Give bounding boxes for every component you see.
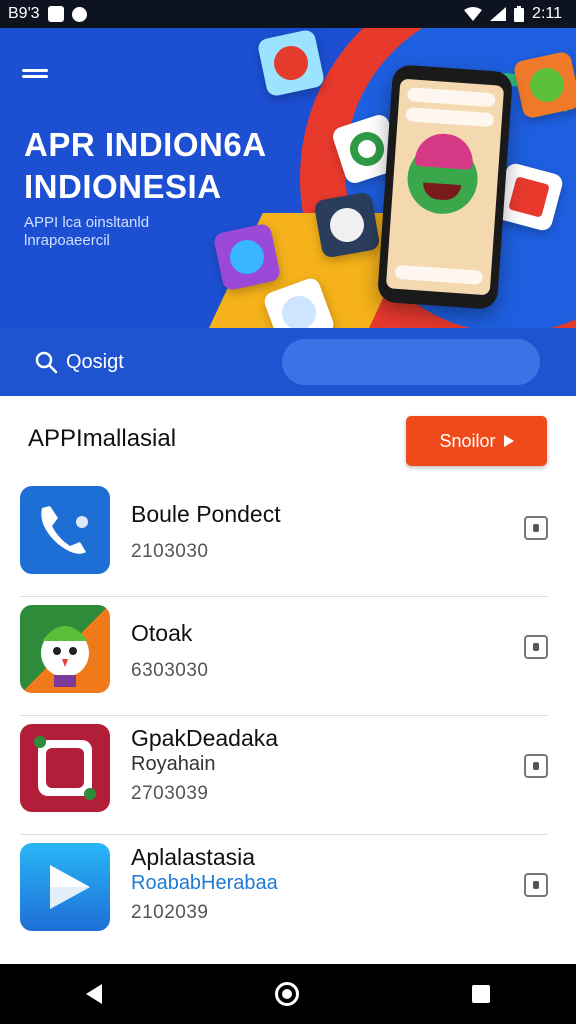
- status-left-text: B9'3: [8, 5, 40, 22]
- navigation-bar: [0, 964, 576, 1024]
- search-button[interactable]: Qosigt: [34, 342, 124, 382]
- battery-icon: [514, 6, 525, 22]
- app-number: 2102039: [131, 902, 209, 923]
- hero-title: APR INDION6A INDIONESIA: [24, 124, 267, 208]
- notification-icon: [71, 6, 87, 22]
- status-bar: B9'3 2:11: [0, 0, 576, 28]
- hero-subtitle-line2: lnrapoaeercil: [24, 232, 110, 249]
- play-icon: [20, 843, 110, 931]
- list-item[interactable]: Otoak 6303030: [20, 597, 548, 716]
- status-time: 2:11: [532, 5, 562, 22]
- app-number: 6303030: [131, 660, 209, 681]
- hero-banner: APR INDION6A INDIONESIA APPI lca oinslta…: [0, 28, 576, 328]
- wifi-icon: [464, 7, 483, 21]
- phone-icon: [20, 486, 110, 574]
- app-name: Aplalastasia: [131, 844, 256, 870]
- item-action-icon[interactable]: [524, 873, 548, 897]
- hero-subtitle: APPI lca oinsltanld lnrapoaeercil: [24, 214, 149, 250]
- list-item[interactable]: Aplalastasia RoababHerabaa 2102039: [20, 835, 548, 959]
- chevron-right-icon: [503, 435, 514, 447]
- search-icon: [35, 351, 58, 374]
- item-action-icon[interactable]: [524, 635, 548, 659]
- app-subtitle: Royahain: [131, 753, 216, 775]
- picture-icon: [47, 6, 64, 22]
- back-icon[interactable]: [86, 984, 103, 1004]
- item-action-icon[interactable]: [524, 754, 548, 778]
- frame-icon: [20, 724, 110, 812]
- mascot-icon: [20, 605, 110, 693]
- app-name: Otoak: [131, 620, 193, 646]
- section-cta-button[interactable]: Snoilor: [406, 416, 547, 466]
- hero-title-line2: INDIONESIA: [24, 168, 222, 205]
- search-label: Qosigt: [66, 350, 124, 373]
- app-list: Boule Pondect 2103030 Otoak 6303030 Gpak…: [0, 478, 576, 959]
- app-tile-icon: [512, 50, 576, 120]
- phone-illustration: [376, 64, 514, 310]
- hero-title-line1: APR INDION6A: [24, 126, 267, 163]
- app-name: GpakDeadaka: [131, 725, 279, 751]
- app-number: 2703039: [131, 783, 209, 804]
- menu-icon[interactable]: [22, 66, 48, 86]
- section-title: APPImallasial: [28, 425, 177, 452]
- app-tile-icon: [256, 28, 326, 98]
- search-input[interactable]: [282, 339, 540, 385]
- list-item[interactable]: GpakDeadaka Royahain 2703039: [20, 716, 548, 835]
- app-tile-icon: [212, 222, 282, 292]
- recents-icon[interactable]: [471, 985, 490, 1003]
- signal-icon: [490, 7, 507, 21]
- list-item[interactable]: Boule Pondect 2103030: [20, 478, 548, 597]
- home-icon[interactable]: [274, 982, 299, 1006]
- app-tile-icon: [313, 191, 381, 259]
- section-cta-label: Snoilor: [439, 430, 496, 451]
- app-number: 2103030: [131, 541, 209, 562]
- hero-subtitle-line1: APPI lca oinsltanld: [24, 214, 150, 231]
- item-action-icon[interactable]: [524, 516, 548, 540]
- app-name: Boule Pondect: [131, 501, 281, 527]
- app-subtitle[interactable]: RoababHerabaa: [131, 871, 278, 895]
- search-bar: Qosigt: [0, 328, 576, 396]
